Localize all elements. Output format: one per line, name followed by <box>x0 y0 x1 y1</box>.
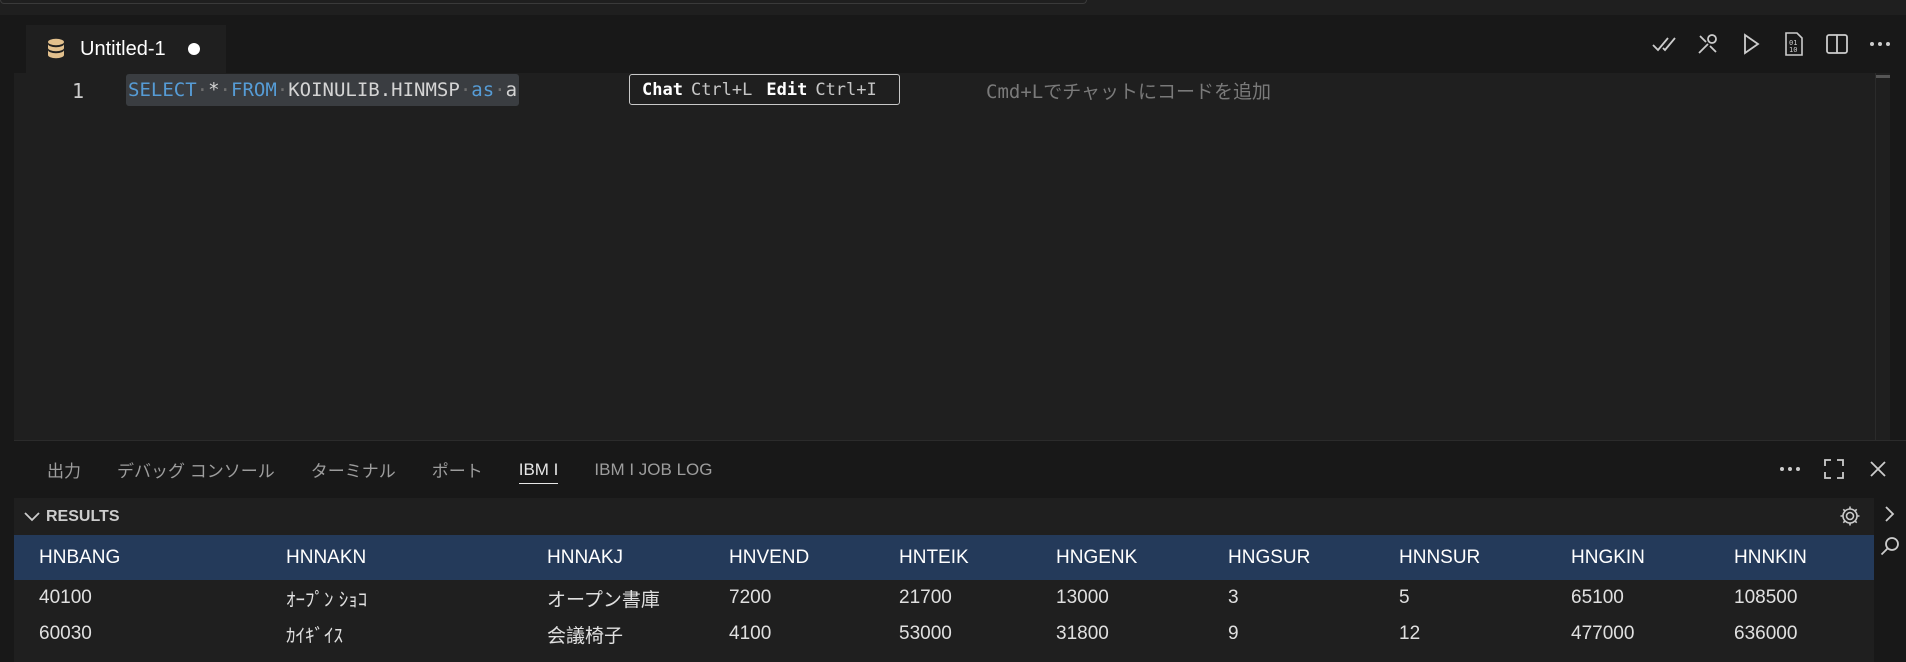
column-header[interactable]: HNGENK <box>1056 535 1137 580</box>
bottom-panel: 出力 デバッグ コンソール ターミナル ポート IBM I IBM I JOB … <box>14 440 1906 662</box>
edit-label: Edit <box>766 79 808 100</box>
tab-output[interactable]: 出力 <box>47 441 81 498</box>
line-number: 1 <box>72 79 85 103</box>
table-cell: 3 <box>1228 587 1239 608</box>
binary-file-icon[interactable]: 01 10 <box>1778 28 1810 60</box>
table-cell: オープン書庫 <box>547 589 660 611</box>
table-row[interactable]: 60030 ｶｲｷﾞｲｽ 会議椅子 4100 53000 31800 9 12 … <box>14 616 1874 652</box>
column-header[interactable]: HNBANG <box>39 535 120 580</box>
results-header[interactable]: RESULTS <box>14 498 1874 535</box>
column-header[interactable]: HNNAKJ <box>547 535 623 580</box>
table-cell: 21700 <box>899 587 952 608</box>
table-cell: 40100 <box>39 587 92 608</box>
table-cell: ｶｲｷﾞｲｽ <box>286 625 344 647</box>
code-editor[interactable]: 1 SELECT · * · FROM · KOINULIB.HINMSP · as · a Cha… <box>14 73 1890 440</box>
table-cell: 636000 <box>1734 623 1798 644</box>
table-cell: ｵｰﾌﾟﾝ ｼｮｺ <box>286 589 368 611</box>
close-icon[interactable] <box>1862 453 1894 485</box>
keyword-select: SELECT <box>128 79 197 101</box>
table-cell: 13000 <box>1056 587 1109 608</box>
table-cell: 60030 <box>39 623 92 644</box>
maximize-icon[interactable] <box>1818 453 1850 485</box>
table-cell: 65100 <box>1571 587 1624 608</box>
split-editor-icon[interactable] <box>1821 28 1853 60</box>
table-cell: 会議椅子 <box>547 625 624 647</box>
tab-ibm-i-job-log[interactable]: IBM I JOB LOG <box>594 441 712 498</box>
panel-actions <box>1774 453 1894 485</box>
table-cell: 12 <box>1399 623 1421 644</box>
tab-title: Untitled-1 <box>80 37 166 60</box>
search-icon[interactable] <box>1874 530 1906 562</box>
star-token: * <box>208 79 220 101</box>
tab-ibm-i[interactable]: IBM I <box>518 441 558 498</box>
column-header[interactable]: HNGKIN <box>1571 535 1645 580</box>
sql-line[interactable]: SELECT · * · FROM · KOINULIB.HINMSP · as · a <box>126 74 520 106</box>
chat-shortcut: Ctrl+L <box>690 79 753 100</box>
table-cell: 7200 <box>729 587 772 608</box>
table-cell: 4100 <box>729 623 772 644</box>
table-cell: 53000 <box>899 623 952 644</box>
unsaved-dot-icon[interactable] <box>187 43 200 55</box>
column-header[interactable]: HNNSUR <box>1399 535 1480 580</box>
table-cell: 31800 <box>1056 623 1109 644</box>
gear-icon[interactable] <box>1836 502 1864 530</box>
alias-token: a <box>505 79 518 101</box>
panel-tabs: 出力 デバッグ コンソール ターミナル ポート IBM I IBM I JOB … <box>14 441 713 498</box>
tab-terminal[interactable]: ターミナル <box>311 441 396 498</box>
keyword-as: as <box>471 79 495 101</box>
column-header[interactable]: HNTEIK <box>899 535 969 580</box>
window-top-strip <box>0 0 1906 15</box>
database-icon <box>46 37 66 61</box>
table-cell: 108500 <box>1734 587 1798 608</box>
table-cell: 5 <box>1399 587 1410 608</box>
minimap-cursor <box>1876 75 1890 78</box>
tab-ports[interactable]: ポート <box>432 441 483 498</box>
activity-bar-edge <box>0 15 14 661</box>
tab-untitled-1[interactable]: Untitled-1 <box>26 25 226 73</box>
editor-actions: 01 10 <box>1649 28 1896 60</box>
table-cell: 9 <box>1228 623 1239 644</box>
column-header[interactable]: HNNAKN <box>286 535 366 580</box>
chevron-right-icon[interactable] <box>1874 498 1906 530</box>
command-center[interactable] <box>0 0 1087 4</box>
editor-tab-bar: Untitled-1 <box>14 15 1906 73</box>
tools-icon[interactable] <box>1692 28 1724 60</box>
more-icon[interactable] <box>1774 453 1806 485</box>
inline-ai-hint[interactable]: Chat Ctrl+L Edit Ctrl+I <box>629 74 900 105</box>
table-row[interactable]: 40100 ｵｰﾌﾟﾝ ｼｮｺ オープン書庫 7200 21700 13000 … <box>14 580 1874 616</box>
svg-text:10: 10 <box>1789 46 1797 54</box>
results-view: RESULTS HNBANG HNNAKN HNNAKJ HNVEND HNTE… <box>14 498 1874 662</box>
chevron-down-icon[interactable] <box>22 511 42 522</box>
tab-debug-console[interactable]: デバッグ コンソール <box>117 441 275 498</box>
edit-shortcut: Ctrl+I <box>815 79 877 100</box>
minimap[interactable] <box>1875 73 1890 440</box>
table-cell: 477000 <box>1571 623 1635 644</box>
table-header-row: HNBANG HNNAKN HNNAKJ HNVEND HNTEIK HNGEN… <box>14 535 1874 580</box>
keyword-from: FROM <box>231 79 277 101</box>
column-header[interactable]: HNNKIN <box>1734 535 1807 580</box>
results-side-toolbar <box>1874 498 1906 662</box>
column-header[interactable]: HNGSUR <box>1228 535 1310 580</box>
run-icon[interactable] <box>1735 28 1767 60</box>
chat-label: Chat <box>642 79 683 100</box>
results-title: RESULTS <box>46 507 120 525</box>
results-table[interactable]: HNBANG HNNAKN HNNAKJ HNVEND HNTEIK HNGEN… <box>14 535 1874 652</box>
column-header[interactable]: HNVEND <box>729 535 809 580</box>
check-all-icon[interactable] <box>1649 28 1681 60</box>
more-icon[interactable] <box>1864 28 1896 60</box>
table-token: KOINULIB.HINMSP <box>288 79 460 101</box>
ghost-hint-text: Cmd+Lでチャットにコードを追加 <box>986 81 1272 103</box>
